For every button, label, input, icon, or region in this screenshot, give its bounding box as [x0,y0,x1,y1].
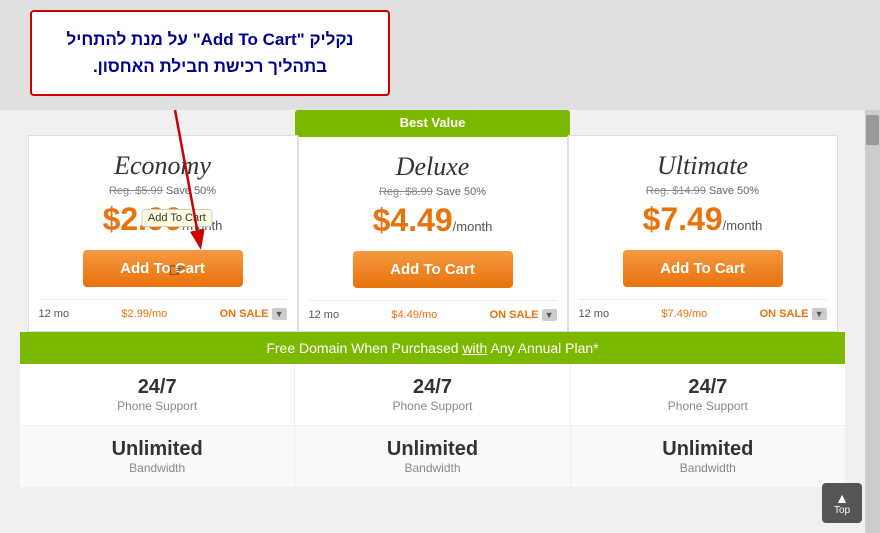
feature-3-sub: Phone Support [576,399,840,413]
plan-ultimate: Ultimate Reg. $14.99 Save 50% $7.49/mont… [568,135,838,332]
plan-ultimate-sale-row: ON SALE ▼ [760,308,827,320]
plan-ultimate-monthly: $7.49/mo [661,308,707,320]
plan-economy-regprice: Reg. $5.99 [109,185,163,197]
plan-ultimate-reg: Reg. $14.99 Save 50% [579,185,827,197]
plan-deluxe-monthly: $4.49/mo [391,309,437,321]
tooltip-economy: Add To Cart [141,209,213,227]
plan-economy-reg: Reg. $5.99 Save 50% [39,185,287,197]
plan-ultimate-save: Save 50% [709,185,759,197]
plan-economy-save: Save 50% [166,185,216,197]
free-domain-text2: Any Annual Plan* [487,340,598,356]
plan-ultimate-amount: $7.49 [643,201,723,237]
feature-3-main: 24/7 [576,376,840,399]
plan-deluxe-duration: 12 mo [309,309,340,321]
plan-deluxe-price: $4.49/month [309,202,557,239]
plan-deluxe-period: /month [453,219,493,234]
best-value-banner: Best Value [295,110,570,135]
plan-deluxe-save: Save 50% [436,186,486,198]
plan-deluxe-sale-row: ON SALE ▼ [490,309,557,321]
plan-deluxe-sale: ON SALE [490,309,539,321]
feature2-3-sub: Bandwidth [576,461,840,475]
feature-col-2: 24/7 Phone Support [295,364,570,425]
feature-col-3: 24/7 Phone Support [571,364,845,425]
top-button-label: Top [834,505,850,516]
feature2-col-3: Unlimited Bandwidth [571,426,845,487]
add-to-cart-ultimate[interactable]: Add To Cart [623,250,783,287]
free-domain-banner: Free Domain When Purchased with Any Annu… [20,332,845,364]
plan-ultimate-price: $7.49/month [579,201,827,238]
add-to-cart-deluxe[interactable]: Add To Cart [353,251,513,288]
free-domain-text1: Free Domain When Purchased [266,340,462,356]
plan-deluxe-name: Deluxe [309,152,557,182]
feature-2-sub: Phone Support [300,399,564,413]
plan-ultimate-dropdown[interactable]: ▼ [812,308,827,320]
free-domain-underline: with [462,340,487,356]
feature2-2-main: Unlimited [300,438,564,461]
callout-line2: בתהליך רכישת חבילת האחסון. [93,57,327,76]
feature-1-sub: Phone Support [25,399,289,413]
scroll-thumb[interactable] [866,115,879,145]
feature2-2-sub: Bandwidth [300,461,564,475]
features-row-2: Unlimited Bandwidth Unlimited Bandwidth … [20,425,845,487]
plan-deluxe-amount: $4.49 [373,202,453,238]
best-value-label: Best Value [400,115,466,130]
plan-deluxe-dropdown[interactable]: ▼ [542,309,557,321]
plan-ultimate-period: /month [723,218,763,233]
plans-container: Economy Reg. $5.99 Save 50% $2.99/month … [0,135,865,332]
feature-col-1: 24/7 Phone Support [20,364,295,425]
feature-2-main: 24/7 [300,376,564,399]
plan-economy-duration: 12 mo [39,308,70,320]
top-button[interactable]: ▲ Top [822,483,862,523]
plan-deluxe-reg: Reg. $8.99 Save 50% [309,186,557,198]
plan-economy-name: Economy [39,151,287,181]
feature2-col-1: Unlimited Bandwidth [20,426,295,487]
plan-economy-options: 12 mo $2.99/mo ON SALE ▼ [39,299,287,320]
feature2-3-main: Unlimited [576,438,840,461]
feature-1-main: 24/7 [25,376,289,399]
plan-ultimate-regprice: Reg. $14.99 [646,185,706,197]
callout-line1: נקליק "Add To Cart" על מנת להתחיל [66,30,353,49]
plan-ultimate-options: 12 mo $7.49/mo ON SALE ▼ [579,299,827,320]
scrollbar[interactable] [865,110,880,533]
plan-economy-sale: ON SALE [220,308,269,320]
plan-deluxe-regprice: Reg. $8.99 [379,186,433,198]
plan-deluxe-options: 12 mo $4.49/mo ON SALE ▼ [309,300,557,321]
feature2-col-2: Unlimited Bandwidth [295,426,570,487]
plan-economy: Economy Reg. $5.99 Save 50% $2.99/month … [28,135,298,332]
main-content: Best Value Economy Reg. $5.99 Save 50% $… [0,110,865,533]
plan-ultimate-name: Ultimate [579,151,827,181]
top-arrow-icon: ▲ [835,491,849,505]
callout-box: נקליק "Add To Cart" על מנת להתחיל בתהליך… [30,10,390,96]
feature2-1-main: Unlimited [25,438,289,461]
plan-economy-sale-row: ON SALE ▼ [220,308,287,320]
plan-ultimate-sale: ON SALE [760,308,809,320]
add-to-cart-economy[interactable]: Add To Cart [83,250,243,287]
plan-economy-dropdown[interactable]: ▼ [272,308,287,320]
plan-deluxe: Deluxe Reg. $8.99 Save 50% $4.49/month A… [298,135,568,332]
features-row-1: 24/7 Phone Support 24/7 Phone Support 24… [20,364,845,425]
callout-text: נקליק "Add To Cart" על מנת להתחיל בתהליך… [48,26,372,80]
feature2-1-sub: Bandwidth [25,461,289,475]
plan-economy-monthly: $2.99/mo [121,308,167,320]
plan-ultimate-duration: 12 mo [579,308,610,320]
